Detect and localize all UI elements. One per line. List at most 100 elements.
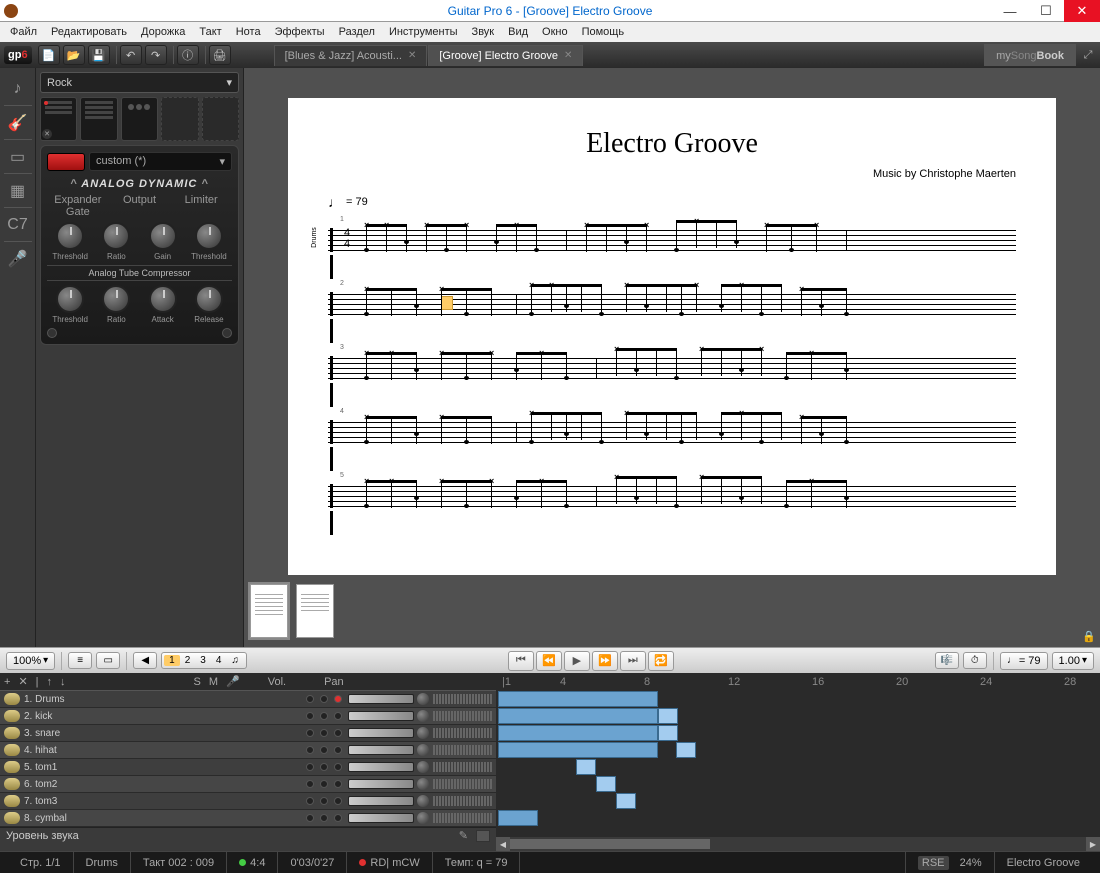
solo-toggle[interactable] [306, 780, 314, 788]
score-paper[interactable]: Electro Groove Music by Christophe Maert… [288, 98, 1056, 647]
volume-slider[interactable] [348, 728, 414, 738]
pedal-slot-empty[interactable] [202, 97, 239, 141]
lock-icon[interactable]: 🔒 [1082, 630, 1096, 643]
mute-toggle[interactable] [320, 763, 328, 771]
menu-section[interactable]: Раздел [333, 24, 381, 40]
pedal-slot[interactable]: ✕ [40, 97, 77, 141]
pan-knob[interactable] [417, 812, 429, 824]
forward-button[interactable]: ⏩ [592, 651, 618, 671]
pedal-remove-icon[interactable]: ✕ [42, 129, 52, 139]
page-thumb[interactable] [250, 584, 288, 638]
track-up-button[interactable]: ↑ [47, 676, 53, 688]
view-mode-button[interactable]: ▭ [96, 652, 120, 669]
chord-tool-icon[interactable]: C7 [4, 208, 32, 242]
note-tool-icon[interactable]: ♪ [4, 72, 32, 106]
clip[interactable] [498, 708, 658, 724]
menu-effects[interactable]: Эффекты [269, 24, 331, 40]
record-toggle[interactable] [334, 763, 342, 771]
menu-instruments[interactable]: Инструменты [383, 24, 464, 40]
save-button[interactable]: 💾 [88, 45, 110, 65]
record-toggle[interactable] [334, 797, 342, 805]
clip[interactable] [576, 759, 596, 775]
volume-slider[interactable] [348, 762, 414, 772]
knob-threshold[interactable] [56, 222, 84, 250]
staff-row[interactable]: 5 ×× ×× × × × × [328, 476, 1016, 516]
menu-view[interactable]: Вид [502, 24, 534, 40]
tempo-display[interactable]: ♩ = 79 [1000, 652, 1048, 670]
volume-slider[interactable] [348, 796, 414, 806]
switch-icon[interactable] [47, 328, 57, 338]
scroll-left-icon[interactable]: ◀ [496, 837, 510, 851]
pan-knob[interactable] [417, 744, 429, 756]
volume-slider[interactable] [348, 711, 414, 721]
last-button[interactable]: ⏭ [620, 651, 646, 671]
tab-close-icon[interactable]: ✕ [408, 50, 416, 61]
play-button[interactable]: ▶ [564, 651, 590, 671]
zoom-dropdown[interactable]: 100% ▾ [6, 652, 55, 670]
menu-bar[interactable]: Такт [193, 24, 227, 40]
menu-file[interactable]: Файл [4, 24, 43, 40]
menu-window[interactable]: Окно [536, 24, 574, 40]
guitar-tool-icon[interactable]: 🎸 [4, 106, 32, 140]
pan-knob[interactable] [417, 761, 429, 773]
pencil-icon[interactable]: ✎ [459, 829, 468, 842]
menu-help[interactable]: Помощь [576, 24, 631, 40]
record-toggle[interactable] [334, 695, 342, 703]
clip[interactable] [676, 742, 696, 758]
knob-ratio2[interactable] [102, 285, 130, 313]
style-dropdown[interactable]: Rock▾ [40, 72, 239, 93]
open-button[interactable]: 📂 [63, 45, 85, 65]
clip[interactable] [498, 810, 538, 826]
print-button[interactable]: 🖨 [209, 45, 231, 65]
tab-inactive[interactable]: [Blues & Jazz] Acousti...✕ [274, 45, 428, 66]
effect-power-switch[interactable] [47, 153, 85, 171]
scroll-thumb[interactable] [510, 839, 710, 849]
pan-knob[interactable] [417, 710, 429, 722]
remove-track-button[interactable]: ✕ [18, 675, 27, 688]
staff-row[interactable]: Drums 1 44 ×× ×× × ×× × ×× [328, 220, 1016, 260]
tab-active[interactable]: [Groove] Electro Groove✕ [428, 45, 583, 66]
mute-toggle[interactable] [320, 695, 328, 703]
clip[interactable] [658, 708, 678, 724]
staff-row[interactable]: 4 × × × × × × [328, 412, 1016, 452]
horizontal-scrollbar[interactable]: ◀ ▶ [496, 837, 1100, 851]
redo-button[interactable]: ↷ [145, 45, 167, 65]
minimize-button[interactable]: — [992, 0, 1028, 22]
scroll-right-icon[interactable]: ▶ [1086, 837, 1100, 851]
clip[interactable] [498, 742, 658, 758]
knob-gain[interactable] [149, 222, 177, 250]
record-toggle[interactable] [334, 814, 342, 822]
knob-attack[interactable] [149, 285, 177, 313]
mute-toggle[interactable] [320, 746, 328, 754]
track-row[interactable]: 7. tom3 [0, 793, 496, 810]
track-row[interactable]: 6. tom2 [0, 776, 496, 793]
staff-row[interactable]: 3 ×× ×× × × ×× × [328, 348, 1016, 388]
clip[interactable] [616, 793, 636, 809]
mute-toggle[interactable] [320, 780, 328, 788]
close-button[interactable]: ✕ [1064, 0, 1100, 22]
add-track-button[interactable]: + [4, 676, 10, 688]
fretboard-tool-icon[interactable]: ▭ [4, 140, 32, 174]
clip[interactable] [498, 691, 658, 707]
metronome-button[interactable]: 🎼 [935, 652, 959, 669]
solo-toggle[interactable] [306, 814, 314, 822]
clip[interactable] [658, 725, 678, 741]
pedal-slot-empty[interactable] [161, 97, 198, 141]
record-toggle[interactable] [334, 746, 342, 754]
section-indicator[interactable]: 1 2 3 4 ♫ [161, 652, 247, 669]
pedal-slot[interactable] [121, 97, 158, 141]
speed-dropdown[interactable]: 1.00 ▾ [1052, 652, 1094, 670]
rewind-button[interactable]: ⏪ [536, 651, 562, 671]
knob-release[interactable] [195, 285, 223, 313]
solo-toggle[interactable] [306, 712, 314, 720]
track-row[interactable]: 5. tom1 [0, 759, 496, 776]
preset-dropdown[interactable]: custom (*)▾ [89, 152, 232, 171]
knob-ratio[interactable] [102, 222, 130, 250]
track-row[interactable]: 8. cymbal [0, 810, 496, 827]
track-row[interactable]: 1. Drums [0, 691, 496, 708]
mute-toggle[interactable] [320, 712, 328, 720]
info-button[interactable]: ⓘ [177, 45, 199, 65]
pan-knob[interactable] [417, 727, 429, 739]
record-toggle[interactable] [334, 780, 342, 788]
view-mode-button[interactable]: ≡ [68, 652, 92, 669]
